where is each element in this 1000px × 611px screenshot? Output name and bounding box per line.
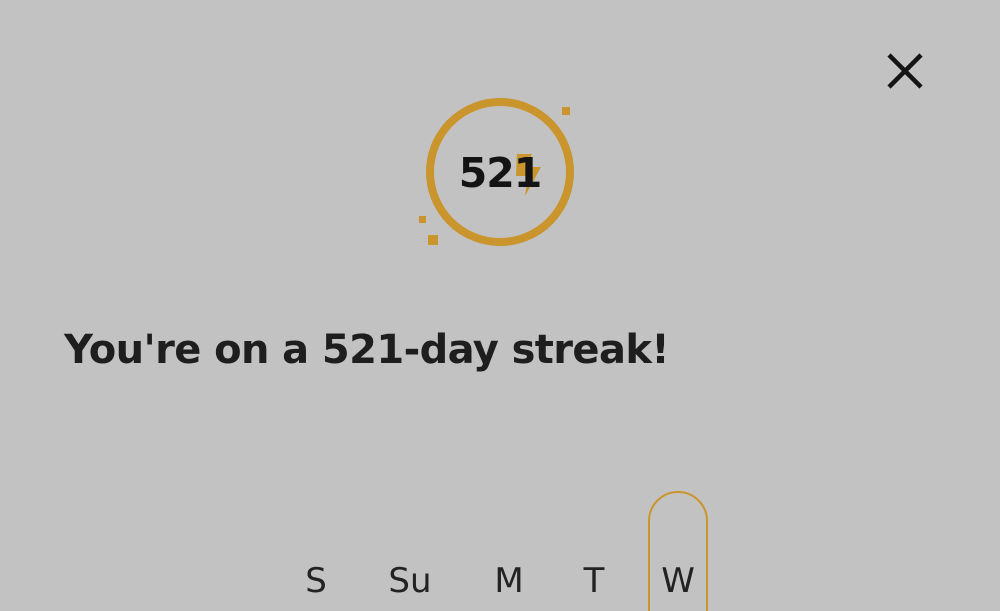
streak-screen: 521 You're on a 521-day streak! S Su M T… (0, 0, 1000, 611)
week-calendar: S Su M T W (0, 0, 1000, 611)
streak-headline: You're on a 521-day streak! (64, 327, 670, 373)
sparkle-icon (419, 216, 426, 223)
sparkle-icon (428, 235, 438, 245)
day-wednesday: W (661, 561, 695, 601)
day-saturday: S (305, 561, 327, 601)
day-sunday: Su (388, 561, 432, 601)
streak-badge: 521 (414, 98, 586, 248)
day-monday: M (494, 561, 524, 601)
sparkle-icon (562, 107, 570, 115)
streak-count: 521 (458, 149, 543, 197)
close-button[interactable] (880, 48, 928, 96)
day-tuesday: T (583, 561, 605, 601)
close-icon (887, 53, 923, 89)
